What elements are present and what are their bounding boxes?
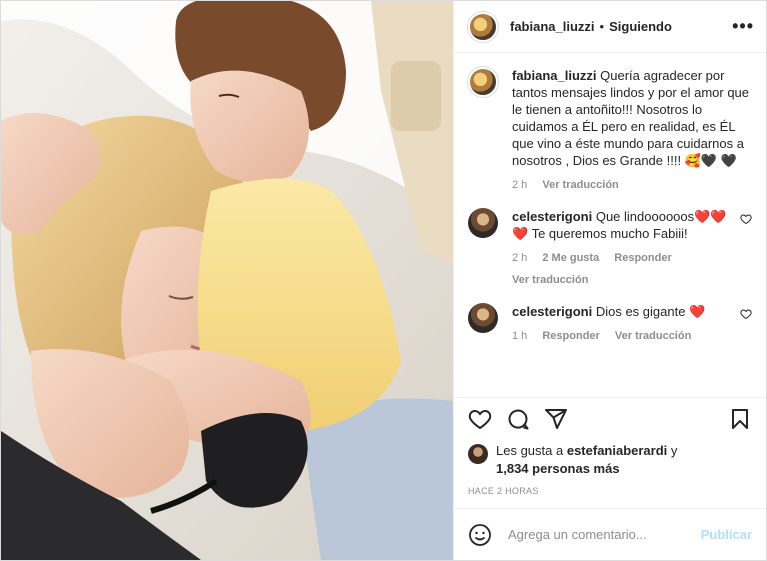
post-photo[interactable] bbox=[1, 1, 453, 560]
post-timestamp[interactable]: HACE 2 HORAS bbox=[454, 478, 766, 508]
comment-text: Dios es gigante ❤️ bbox=[595, 304, 706, 319]
share-icon[interactable] bbox=[544, 407, 568, 431]
more-options-icon[interactable]: ••• bbox=[732, 16, 754, 37]
comment-item: celesterigoni Que lindoooooos❤️❤️ ❤️ Te … bbox=[468, 208, 752, 289]
emoji-smile-icon[interactable] bbox=[468, 523, 492, 547]
comment-body: celesterigoni Dios es gigante ❤️ 1 h Res… bbox=[512, 303, 730, 345]
likes-user-link[interactable]: estefaniaberardi bbox=[567, 443, 667, 458]
likes-prefix: Les gusta a bbox=[496, 443, 564, 458]
likes-summary: Les gusta a estefaniaberardi y 1,834 per… bbox=[454, 440, 766, 478]
publish-button[interactable]: Publicar bbox=[701, 527, 752, 542]
comment-username[interactable]: celesterigoni bbox=[512, 304, 592, 319]
instagram-post: fabiana_liuzzi • Siguiendo ••• fabiana_l… bbox=[0, 0, 767, 561]
post-sidebar: fabiana_liuzzi • Siguiendo ••• fabiana_l… bbox=[453, 1, 766, 560]
comment-meta: 1 h Responder Ver traducción bbox=[512, 328, 730, 345]
comment-heart-icon[interactable] bbox=[740, 213, 752, 225]
commenter-avatar[interactable] bbox=[468, 303, 498, 333]
comments-section: fabiana_liuzzi Quería agradecer por tant… bbox=[454, 53, 766, 397]
action-bar bbox=[454, 397, 766, 440]
comment-reply-link[interactable]: Responder bbox=[542, 330, 599, 342]
caption: fabiana_liuzzi Quería agradecer por tant… bbox=[468, 67, 752, 194]
comment-reply-link[interactable]: Responder bbox=[614, 252, 671, 264]
comment-body: celesterigoni Que lindoooooos❤️❤️ ❤️ Te … bbox=[512, 208, 730, 289]
following-button[interactable]: Siguiendo bbox=[609, 19, 672, 34]
caption-body: fabiana_liuzzi Quería agradecer por tant… bbox=[512, 67, 752, 194]
comment-time: 2 h bbox=[512, 252, 528, 264]
comment-username[interactable]: celesterigoni bbox=[512, 209, 592, 224]
caption-meta: 2 h Ver traducción bbox=[512, 177, 752, 194]
author-avatar[interactable] bbox=[468, 11, 498, 42]
comment-meta: 2 h 2 Me gusta Responder Ver traducción bbox=[512, 250, 730, 289]
comment-translate-link[interactable]: Ver traducción bbox=[615, 330, 691, 342]
add-comment-bar: Publicar bbox=[454, 508, 766, 560]
caption-username[interactable]: fabiana_liuzzi bbox=[512, 68, 597, 83]
comment-time: 1 h bbox=[512, 330, 528, 342]
comment-icon[interactable] bbox=[506, 407, 530, 431]
caption-avatar[interactable] bbox=[468, 67, 498, 97]
comment-heart-icon[interactable] bbox=[740, 308, 752, 320]
commenter-avatar[interactable] bbox=[468, 208, 498, 238]
author-username[interactable]: fabiana_liuzzi bbox=[510, 19, 595, 34]
likes-count-link[interactable]: 1,834 personas más bbox=[496, 461, 620, 476]
comment-input[interactable] bbox=[506, 526, 701, 543]
comment-item: celesterigoni Dios es gigante ❤️ 1 h Res… bbox=[468, 303, 752, 345]
heart-icon[interactable] bbox=[468, 407, 492, 431]
caption-text: Quería agradecer por tantos mensajes lin… bbox=[512, 68, 750, 168]
likes-text: Les gusta a estefaniaberardi y 1,834 per… bbox=[496, 442, 677, 478]
comment-translate-link[interactable]: Ver traducción bbox=[512, 274, 588, 286]
post-photo-image bbox=[1, 1, 453, 560]
caption-translate-link[interactable]: Ver traducción bbox=[542, 179, 618, 191]
bookmark-icon[interactable] bbox=[728, 407, 752, 431]
post-header: fabiana_liuzzi • Siguiendo ••• bbox=[454, 1, 766, 53]
caption-time: 2 h bbox=[512, 179, 528, 191]
likes-conj: y bbox=[670, 443, 678, 458]
liker-avatar[interactable] bbox=[468, 444, 488, 464]
header-separator: • bbox=[599, 19, 605, 34]
comment-likes-link[interactable]: 2 Me gusta bbox=[542, 252, 599, 264]
